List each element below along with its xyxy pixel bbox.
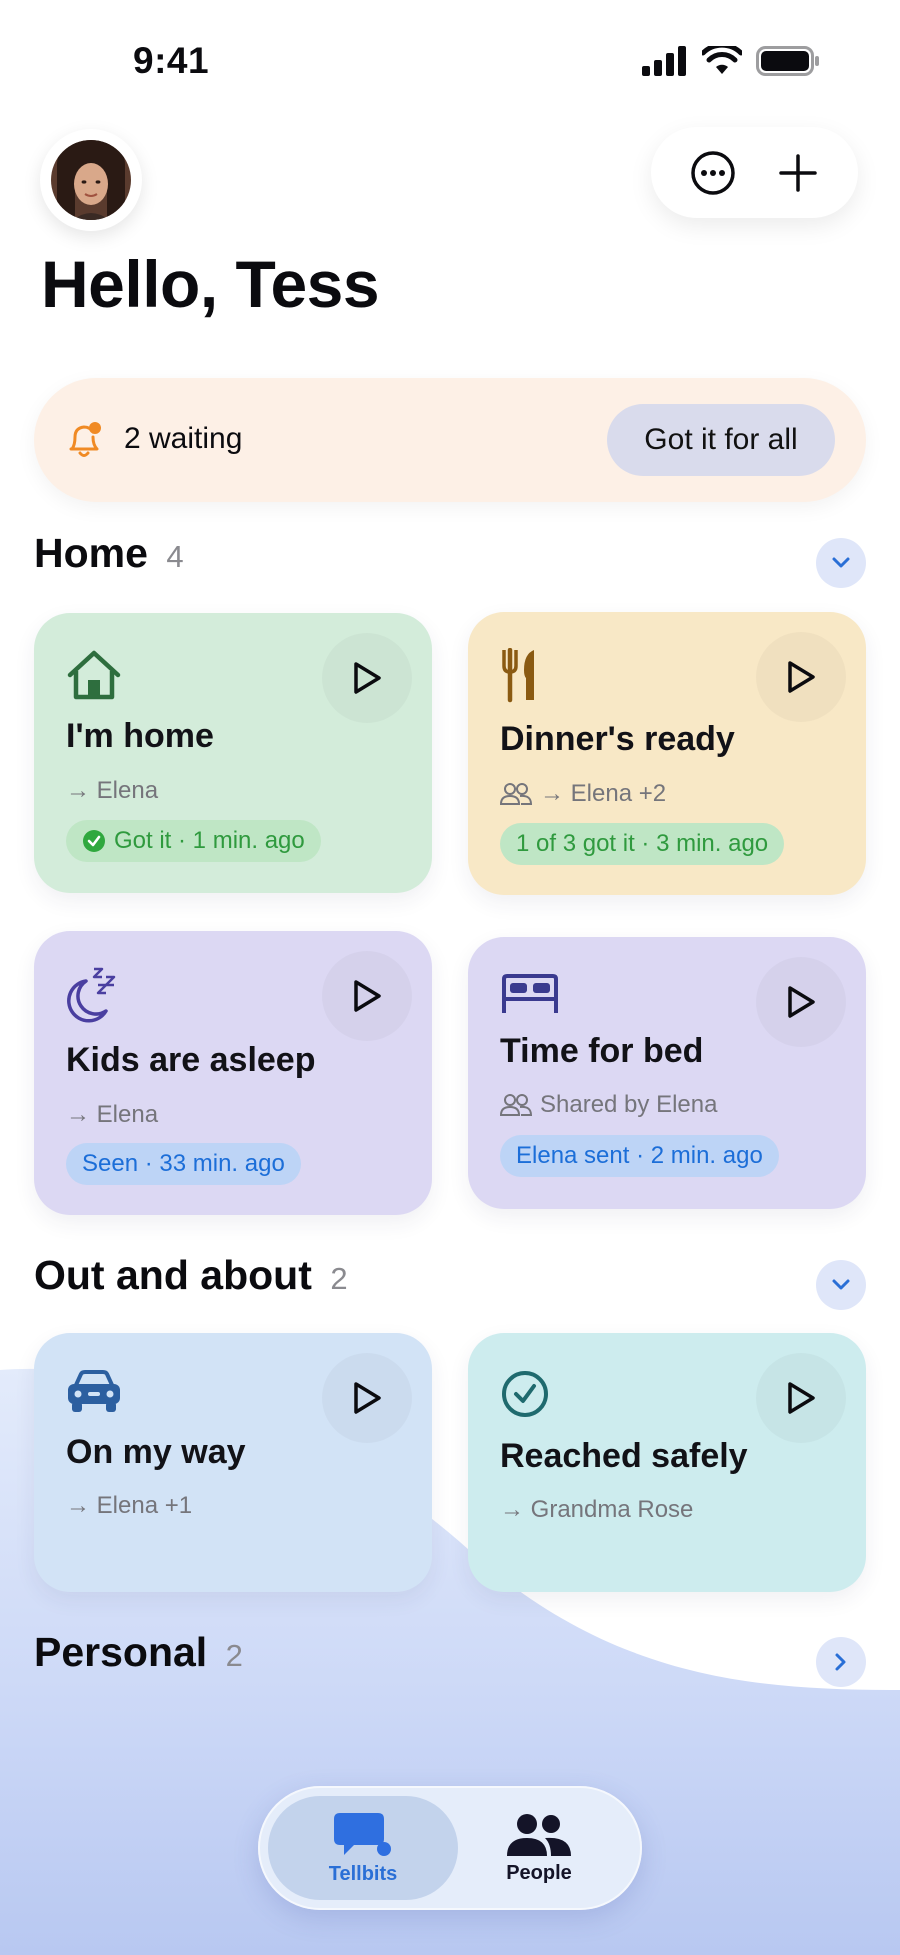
collapse-home-button[interactable]: [816, 538, 866, 588]
section-home: Home 4: [34, 530, 866, 590]
fork-knife-icon: [502, 648, 534, 703]
play-icon: [354, 662, 381, 694]
play-button[interactable]: [322, 951, 412, 1041]
status-badge: Seen · 33 min. ago: [66, 1143, 301, 1185]
play-icon: [788, 661, 815, 693]
section-out-and-about: Out and about 2: [34, 1252, 866, 1312]
tab-label: People: [506, 1861, 572, 1884]
wifi-icon: [702, 46, 742, 74]
play-icon: [354, 980, 381, 1012]
card-recipient-row: → Elena +2: [500, 780, 666, 808]
tab-people[interactable]: People: [444, 1796, 634, 1900]
play-icon: [354, 1382, 381, 1414]
status-badge: Elena sent · 2 min. ago: [500, 1135, 779, 1177]
card-shared-by: Shared by Elena: [540, 1091, 718, 1118]
people-icon: [507, 1813, 571, 1856]
play-button[interactable]: [756, 632, 846, 722]
tellbit-card-reached-safely[interactable]: Reached safely → Grandma Rose: [468, 1333, 866, 1592]
got-it-for-all-button[interactable]: Got it for all: [607, 404, 835, 476]
card-shared-row: Shared by Elena: [500, 1091, 717, 1119]
waiting-count-text: 2 waiting: [124, 422, 243, 455]
play-button[interactable]: [322, 1353, 412, 1443]
chat-bubble-icon: [334, 1812, 391, 1856]
card-title: I'm home: [66, 717, 214, 755]
card-recipient: → Elena: [66, 777, 159, 804]
add-icon[interactable]: [777, 152, 819, 194]
card-recipient: → Elena +2: [540, 780, 667, 807]
card-recipient: → Elena +1: [66, 1492, 193, 1519]
more-options-icon[interactable]: [690, 150, 736, 196]
status-badge-text: 1 of 3 got it · 3 min. ago: [516, 830, 769, 857]
play-icon: [788, 986, 815, 1018]
house-icon: [67, 650, 121, 700]
header-actions: [651, 127, 858, 218]
bed-icon: [502, 974, 558, 1013]
tellbit-card-im-home[interactable]: I'm home → Elena Got it · 1 min. ago: [34, 613, 432, 893]
section-title: Home: [34, 530, 148, 576]
tellbit-card-dinners-ready[interactable]: Dinner's ready → Elena +2 1 of 3 got it …: [468, 612, 866, 895]
status-icons: [642, 46, 820, 76]
signal-icon: [642, 46, 686, 76]
play-button[interactable]: [756, 1353, 846, 1443]
card-title: Reached safely: [500, 1437, 748, 1475]
people-icon: [500, 783, 532, 805]
chevron-down-icon: [832, 1279, 850, 1290]
expand-personal-button[interactable]: [816, 1637, 866, 1687]
card-title: Time for bed: [500, 1032, 704, 1070]
chevron-right-icon: [835, 1653, 846, 1671]
bell-icon: [69, 422, 101, 457]
section-count: 4: [166, 539, 184, 574]
play-icon: [788, 1382, 815, 1414]
status-time: 9:41: [133, 40, 210, 81]
card-title: Kids are asleep: [66, 1041, 316, 1079]
moon-zzz-icon: [67, 967, 116, 1023]
status-badge-text: Seen · 33 min. ago: [82, 1150, 285, 1177]
battery-icon: [756, 46, 819, 76]
status-badge-text: Elena sent · 2 min. ago: [516, 1142, 763, 1169]
play-button[interactable]: [756, 957, 846, 1047]
status-badge-text: Got it · 1 min. ago: [114, 827, 305, 854]
people-icon: [500, 1094, 532, 1116]
card-title: On my way: [66, 1433, 246, 1471]
status-badge: Got it · 1 min. ago: [66, 820, 321, 862]
card-title: Dinner's ready: [500, 720, 735, 758]
profile-avatar-button[interactable]: [40, 129, 142, 231]
tellbit-card-time-for-bed[interactable]: Time for bed Shared by Elena Elena sent …: [468, 937, 866, 1209]
chevron-down-icon: [832, 557, 850, 568]
card-recipient: → Grandma Rose: [500, 1496, 694, 1523]
tab-bar: Tellbits People: [258, 1786, 642, 1910]
play-button[interactable]: [322, 633, 412, 723]
collapse-out-and-about-button[interactable]: [816, 1260, 866, 1310]
tab-label: Tellbits: [328, 1862, 398, 1885]
avatar: [51, 140, 131, 220]
card-recipient: → Elena: [66, 1101, 159, 1128]
tellbit-card-on-my-way[interactable]: On my way → Elena +1: [34, 1333, 432, 1592]
car-icon: [68, 1370, 120, 1412]
checkmark-circle-icon: [502, 1371, 548, 1417]
waiting-banner: 2 waiting Got it for all: [34, 378, 866, 502]
section-title: Personal: [34, 1629, 208, 1675]
section-title: Out and about: [34, 1252, 312, 1298]
section-count: 2: [330, 1261, 348, 1296]
tellbit-card-kids-asleep[interactable]: Kids are asleep → Elena Seen · 33 min. a…: [34, 931, 432, 1215]
tab-tellbits[interactable]: Tellbits: [268, 1796, 458, 1900]
section-count: 2: [225, 1638, 243, 1673]
checkmark-circle-icon: [83, 830, 105, 852]
status-badge: 1 of 3 got it · 3 min. ago: [500, 823, 785, 865]
greeting-title: Hello, Tess: [41, 247, 380, 321]
section-personal: Personal 2: [34, 1629, 866, 1689]
